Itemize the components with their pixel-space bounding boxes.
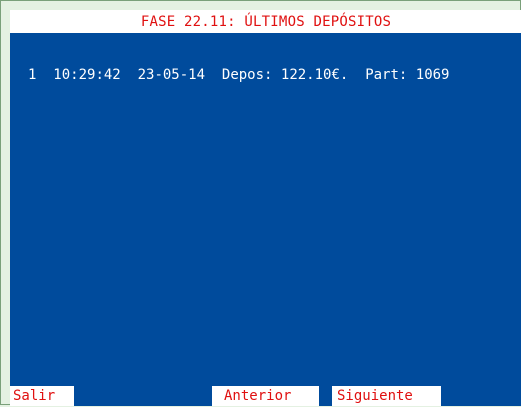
screen-title: FASE 22.11: ÚLTIMOS DEPÓSITOS <box>10 10 521 33</box>
deposit-amount: Depos: 122.10€. <box>221 67 349 83</box>
deposit-index: 1 <box>28 67 37 83</box>
exit-button[interactable]: Salir <box>10 386 74 406</box>
next-button[interactable]: Siguiente <box>332 386 441 406</box>
deposit-part: Part: 1069 <box>365 67 450 83</box>
previous-button[interactable]: Anterior <box>212 386 319 406</box>
terminal-screen: FASE 22.11: ÚLTIMOS DEPÓSITOS 1 10:29:42… <box>10 10 521 406</box>
deposit-time: 10:29:42 <box>53 67 121 83</box>
deposit-row: 1 10:29:42 23-05-14 Depos: 122.10€. Part… <box>28 67 449 83</box>
window-frame: FASE 22.11: ÚLTIMOS DEPÓSITOS 1 10:29:42… <box>0 0 521 406</box>
deposit-date: 23-05-14 <box>137 67 206 83</box>
